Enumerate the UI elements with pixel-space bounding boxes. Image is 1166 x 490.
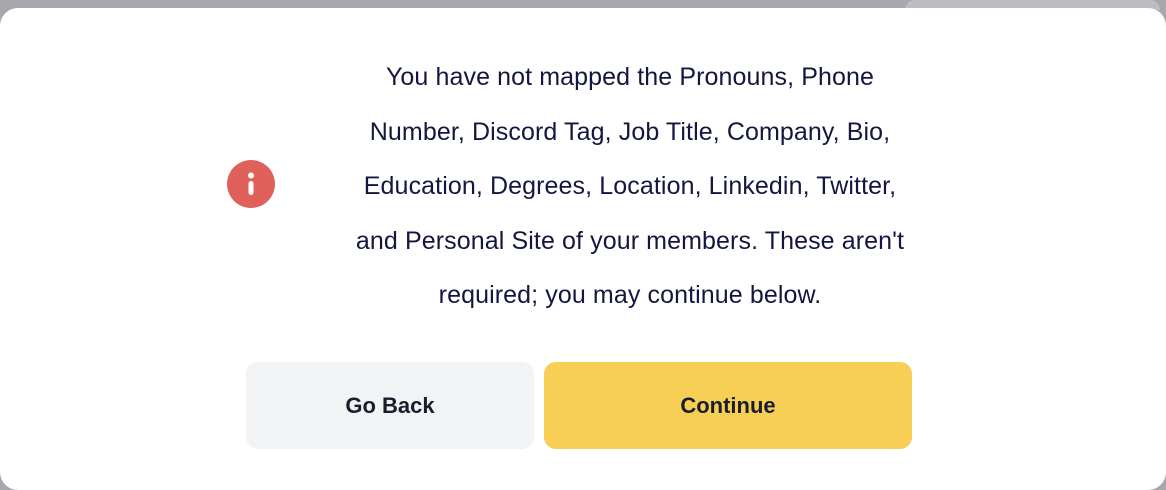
unmapped-fields-dialog: You have not mapped the Pronouns, Phone … bbox=[0, 8, 1166, 490]
go-back-button[interactable]: Go Back bbox=[246, 362, 534, 449]
continue-button[interactable]: Continue bbox=[544, 362, 912, 449]
message-line: required; you may continue below. bbox=[438, 281, 822, 309]
info-icon bbox=[227, 160, 275, 208]
message-line: Number, Discord Tag, Job Title, Company,… bbox=[369, 117, 891, 146]
message-line: You have not mapped the Pronouns, Phone bbox=[385, 63, 875, 91]
message-line: and Personal Site of your members. These… bbox=[355, 226, 905, 255]
message-line: Education, Degrees, Location, Linkedin, … bbox=[363, 172, 897, 200]
dialog-message: You have not mapped the Pronouns, Phone … bbox=[300, 50, 960, 323]
